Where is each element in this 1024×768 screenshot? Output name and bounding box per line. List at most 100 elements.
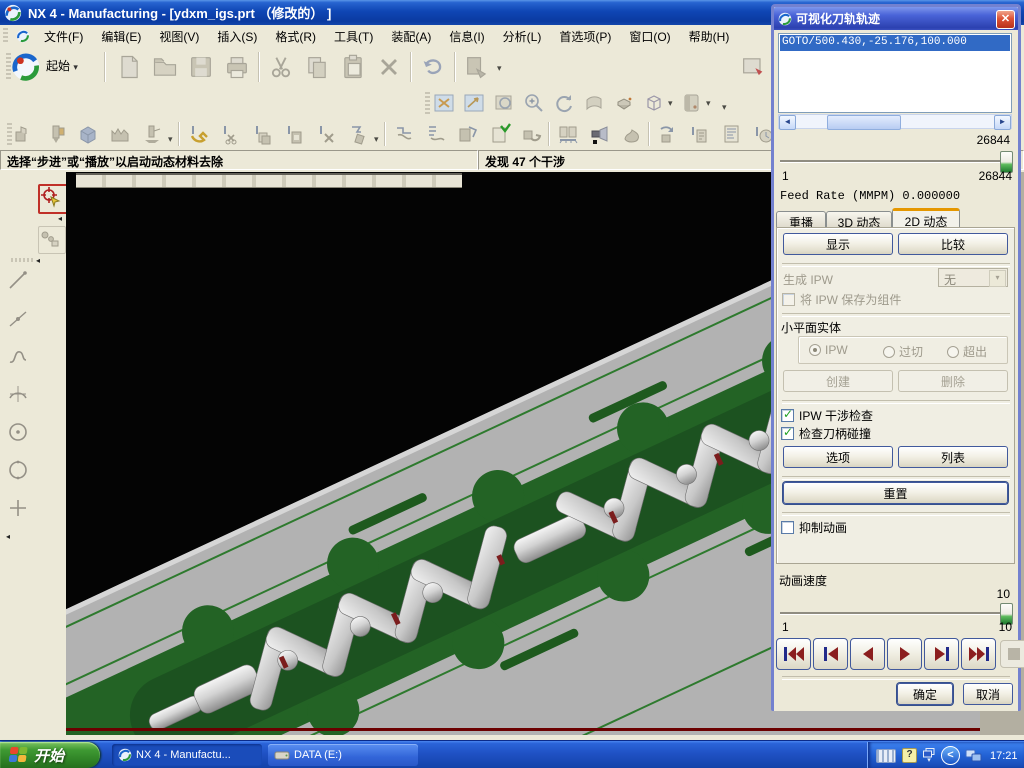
circle-tool-button[interactable] [6, 458, 32, 484]
copy-button[interactable] [302, 52, 334, 84]
start-menu-button[interactable]: 起始 ▾ [46, 57, 78, 74]
update-workpiece-button[interactable] [656, 122, 682, 148]
toolpath-list-selected-row[interactable]: GOTO/500.430,-25.176,100.000 [780, 35, 1010, 51]
paste-operation-button[interactable] [282, 122, 308, 148]
network-tray-icon[interactable] [965, 749, 983, 763]
path-slider-track[interactable] [780, 160, 1012, 163]
circle-center-tool-button[interactable] [6, 420, 32, 446]
curve-toolbar-grip[interactable] [11, 258, 33, 262]
export-button[interactable] [462, 52, 494, 84]
keyboard-tray-icon[interactable] [876, 749, 896, 763]
curve-tearoff-icon[interactable]: ◂ [6, 532, 10, 541]
cancel-button[interactable]: 取消 [963, 683, 1013, 705]
taskbar-clock[interactable]: 17:21 [990, 750, 1018, 762]
selection-tearoff-icon[interactable]: ◂ [58, 214, 62, 223]
menu-tools[interactable]: 工具(T) [325, 25, 382, 48]
line-point-tool-button[interactable] [6, 306, 32, 332]
create-geometry-button[interactable] [76, 122, 102, 148]
cut-button[interactable] [266, 52, 298, 84]
radio-excess-row[interactable]: 超出 [947, 343, 987, 360]
suppress-animation-checkbox-row[interactable]: 抑制动画 [781, 519, 847, 536]
arc-tool-button[interactable] [6, 382, 32, 408]
verify-toolpath-button[interactable] [456, 122, 482, 148]
menu-file[interactable]: 文件(F) [35, 25, 92, 48]
menu-edit[interactable]: 编辑(E) [92, 25, 150, 48]
menubar-grip[interactable] [3, 28, 8, 43]
compare-button[interactable]: 比较 [898, 233, 1008, 255]
spline-tool-button[interactable] [6, 344, 32, 370]
create-tool-button[interactable] [44, 122, 70, 148]
toolbar3-caret-2-icon[interactable]: ▾ [374, 134, 379, 145]
menu-format[interactable]: 格式(R) [266, 25, 325, 48]
machine-tool-button[interactable] [520, 122, 546, 148]
postprocess-button[interactable] [556, 122, 582, 148]
fit-view-button[interactable] [432, 91, 458, 117]
snap-tearoff-icon[interactable]: ◂ [36, 256, 40, 265]
pan-view-button[interactable] [582, 91, 608, 117]
menu-assemblies[interactable]: 装配(A) [382, 25, 440, 48]
perspective-button[interactable] [612, 91, 638, 117]
selection-filter-button[interactable] [38, 184, 68, 214]
step-forward-to-end-button[interactable] [924, 638, 959, 670]
reset-button[interactable]: 重置 [783, 482, 1008, 504]
play-backward-button[interactable] [850, 638, 885, 670]
output-clsf-button[interactable] [688, 122, 714, 148]
replay-toolpath-button[interactable] [424, 122, 450, 148]
wireframe-caret-icon[interactable]: ▾ [668, 98, 673, 109]
generate-toolpath-button[interactable] [392, 122, 418, 148]
rotate-view-button[interactable] [552, 91, 578, 117]
snapshot-button[interactable] [738, 52, 770, 84]
step-back-to-start-button[interactable] [813, 638, 848, 670]
menu-insert[interactable]: 插入(S) [208, 25, 266, 48]
create-operation-button[interactable] [140, 122, 166, 148]
scroll-left-button[interactable]: ◄ [779, 115, 796, 130]
ipw-interference-checkbox-row[interactable]: ✓ IPW 干涉检查 [781, 407, 873, 424]
options-button[interactable]: 选项 [783, 446, 893, 468]
toolbar1-grip[interactable] [6, 53, 11, 81]
menu-window[interactable]: 窗口(O) [620, 25, 679, 48]
new-file-button[interactable] [114, 52, 146, 84]
help-tray-icon[interactable]: ? [902, 748, 917, 763]
menu-information[interactable]: 信息(I) [440, 25, 493, 48]
operation-navigator-button[interactable] [720, 122, 746, 148]
open-file-button[interactable] [150, 52, 182, 84]
listbox-horizontal-scrollbar[interactable]: ◄ ► [778, 114, 1012, 129]
shaded-caret-icon[interactable]: ▾ [706, 98, 711, 109]
generate-ipw-combo[interactable]: 无 ▾ [938, 268, 1008, 287]
toolbar2-more-caret-icon[interactable]: ▾ [722, 102, 727, 113]
save-ipw-checkbox-row[interactable]: 将 IPW 保存为组件 [782, 291, 901, 308]
restore-tray-widget[interactable]: ▾ [923, 748, 935, 763]
wireframe-display-button[interactable] [642, 91, 668, 117]
menu-view[interactable]: 视图(V) [150, 25, 208, 48]
play-forward-button[interactable] [887, 638, 922, 670]
save-button[interactable] [186, 52, 218, 84]
ok-button[interactable]: 确定 [897, 683, 953, 705]
transform-operation-button[interactable] [346, 122, 372, 148]
speed-slider-track[interactable] [780, 612, 1012, 615]
radio-overcut-row[interactable]: 过切 [883, 343, 923, 360]
create-button[interactable]: 创建 [783, 370, 893, 392]
start-button[interactable]: 开始 [0, 742, 100, 768]
create-program-button[interactable] [12, 122, 38, 148]
list-button[interactable]: 列表 [898, 446, 1008, 468]
zoom-region-button[interactable] [492, 91, 518, 117]
edit-operation-button[interactable] [186, 122, 212, 148]
holder-collision-checkbox-row[interactable]: ✓ 检查刀柄碰撞 [781, 425, 871, 442]
toolpath-listbox[interactable]: GOTO/500.430,-25.176,100.000 [778, 33, 1012, 113]
delete-button[interactable] [374, 52, 406, 84]
point-tool-button[interactable] [6, 496, 32, 522]
radio-ipw-row[interactable]: IPW [809, 343, 848, 357]
simulate-machine-button[interactable] [620, 122, 646, 148]
create-method-button[interactable] [108, 122, 134, 148]
show-button[interactable]: 显示 [783, 233, 893, 255]
list-toolpath-button[interactable] [488, 122, 514, 148]
menu-help[interactable]: 帮助(H) [680, 25, 739, 48]
scrollbar-thumb[interactable] [827, 115, 901, 130]
delete-button[interactable]: 删除 [898, 370, 1008, 392]
seek-end-button[interactable] [961, 638, 996, 670]
toolbar2-grip[interactable] [425, 92, 430, 114]
toolbar1-more-caret-icon[interactable]: ▾ [497, 63, 502, 74]
cut-operation-button[interactable] [218, 122, 244, 148]
paste-button[interactable] [338, 52, 370, 84]
seek-start-button[interactable] [776, 638, 811, 670]
